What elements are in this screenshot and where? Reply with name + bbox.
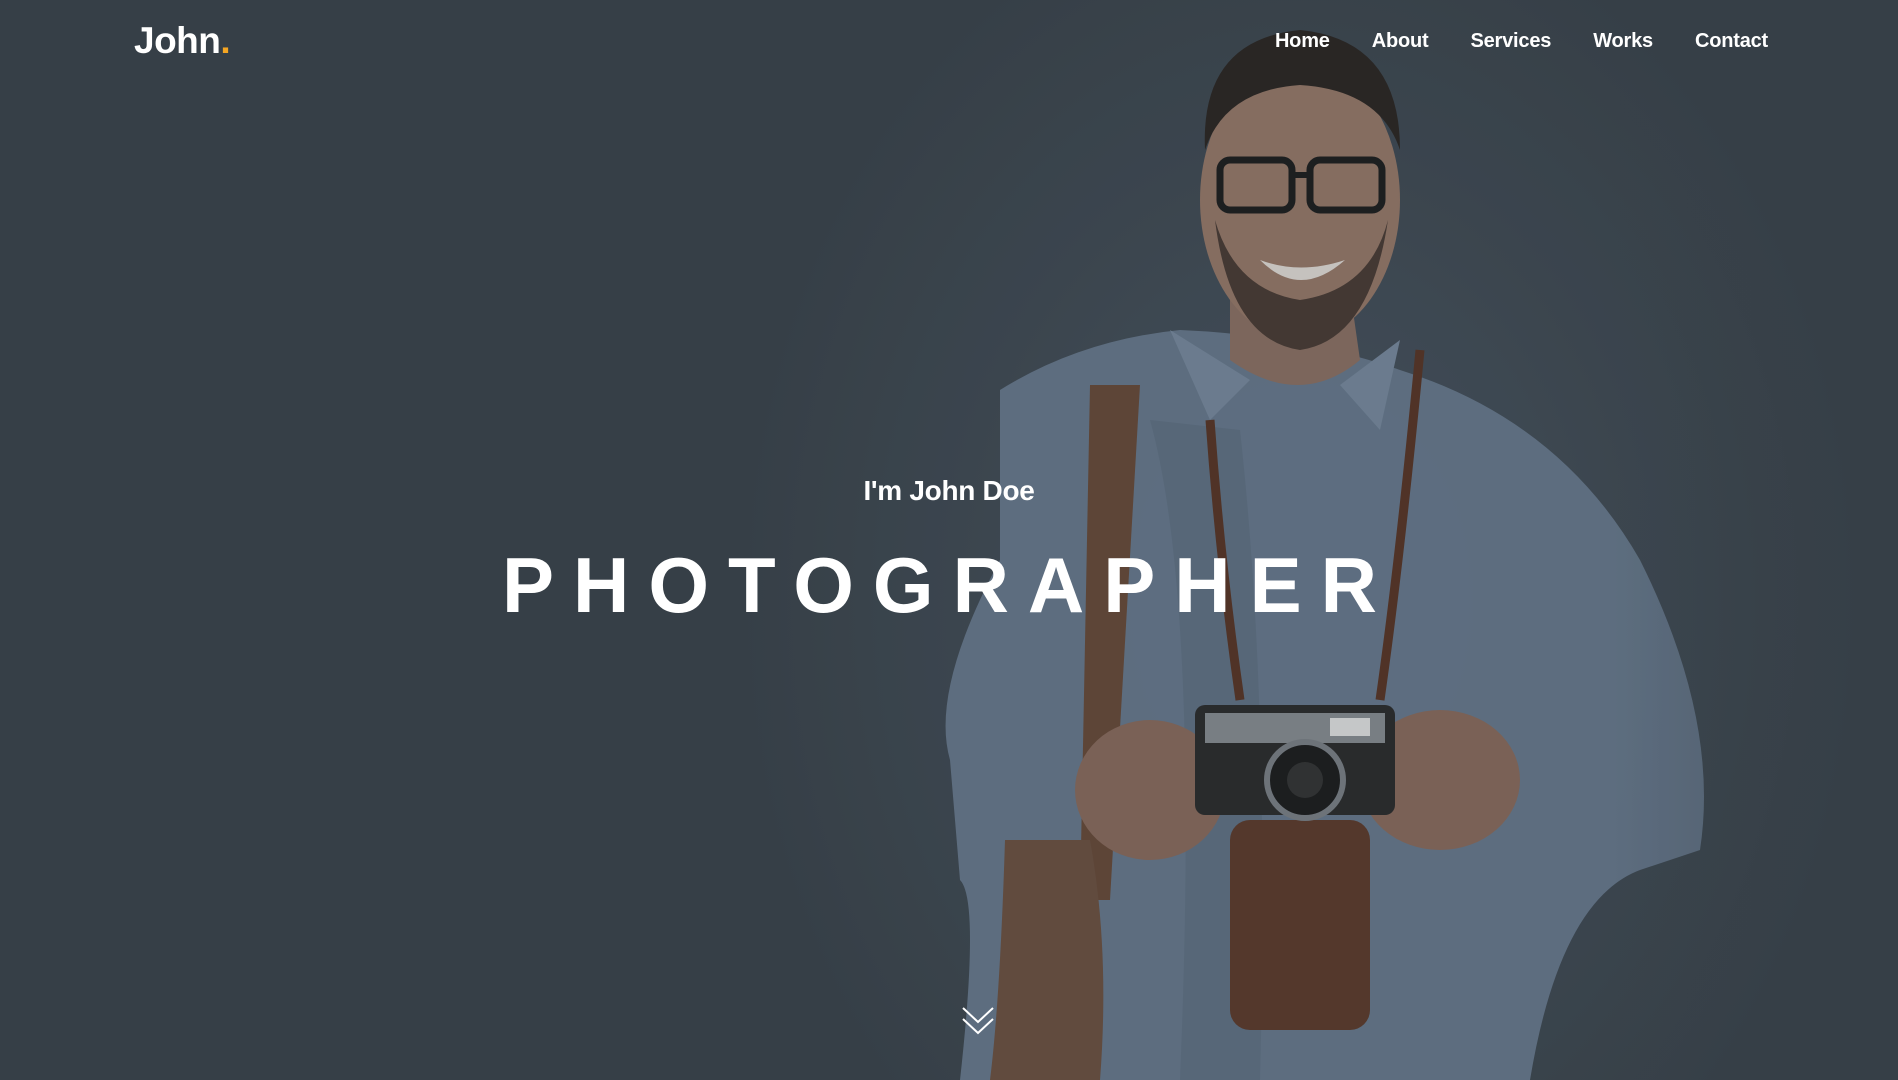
hero-intro: I'm John Doe (863, 475, 1035, 506)
chevron-double-down-icon (962, 1007, 994, 1035)
nav-item-home[interactable]: Home (1275, 30, 1330, 53)
main-nav: Home About Services Works Contact (1275, 30, 1768, 53)
scroll-down-button[interactable] (961, 1004, 995, 1038)
brand-logo[interactable]: John. (134, 20, 231, 62)
brand-dot: . (220, 20, 231, 61)
nav-item-about[interactable]: About (1372, 30, 1429, 53)
nav-item-works[interactable]: Works (1593, 30, 1653, 53)
brand-name: John (134, 20, 221, 61)
nav-item-contact[interactable]: Contact (1695, 30, 1768, 53)
hero-role-title: PHOTOGRAPHER (502, 541, 1396, 629)
nav-item-services[interactable]: Services (1470, 30, 1551, 53)
